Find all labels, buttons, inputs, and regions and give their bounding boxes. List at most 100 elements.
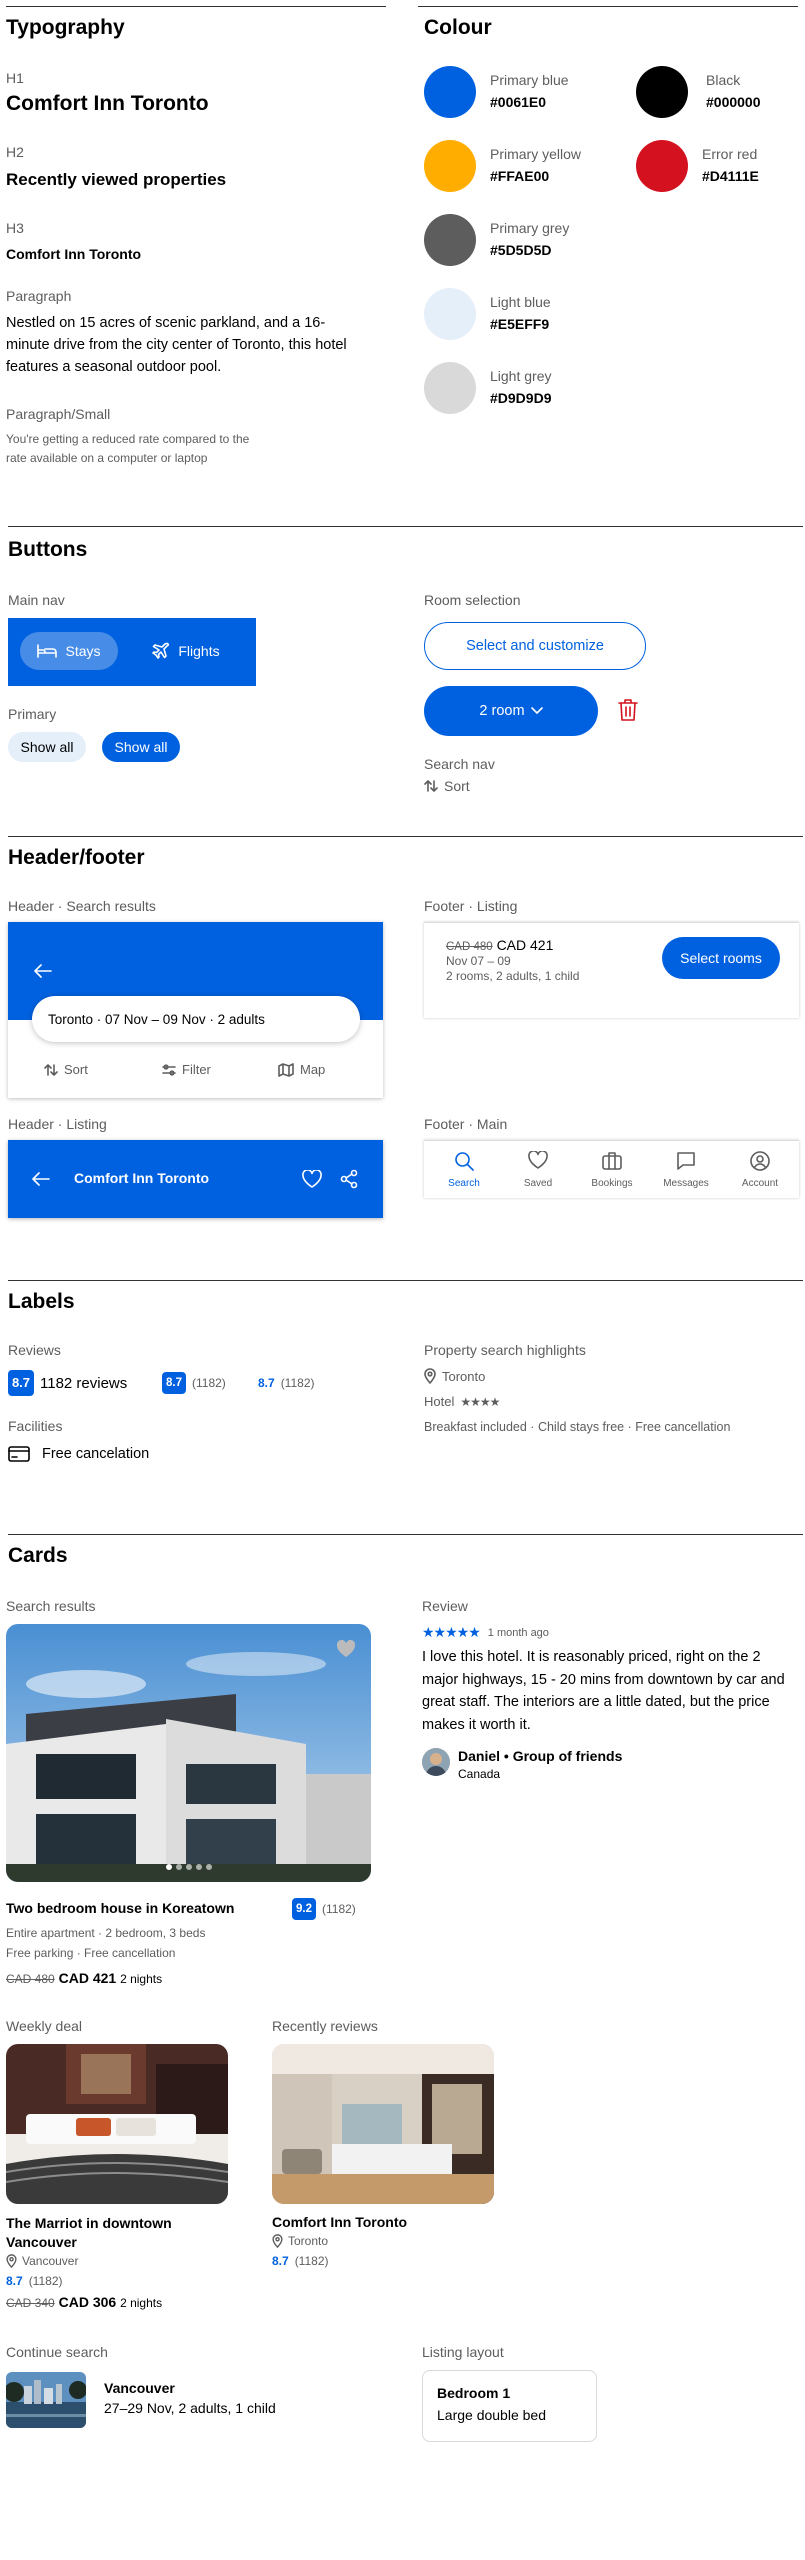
- divider: [8, 836, 803, 837]
- bed-icon: [37, 644, 58, 658]
- h1-sample: Comfort Inn Toronto: [6, 92, 209, 115]
- h3-sample: Comfort Inn Toronto: [6, 246, 142, 262]
- swatch-primary-yellow: [424, 140, 476, 192]
- comfort-rating: 8.7 (1182): [272, 2254, 328, 2268]
- divider: [8, 1534, 803, 1535]
- reviewer-name: Daniel • Group of friends: [458, 1748, 623, 1764]
- nights: 2 nights: [120, 2296, 163, 2310]
- search-icon: [454, 1151, 474, 1171]
- weekly-deal-label: Weekly deal: [6, 2018, 83, 2034]
- marriot-photo[interactable]: [6, 2044, 228, 2204]
- show-all-secondary-button[interactable]: Show all: [8, 732, 86, 762]
- stays-tab-button[interactable]: Stays: [20, 632, 118, 670]
- h2-sample: Recently viewed properties: [6, 170, 227, 189]
- main-nav-label: Main nav: [8, 592, 65, 608]
- continue-search-label: Continue search: [6, 2344, 108, 2360]
- free-cancelation-facility: Free cancelation: [8, 1446, 149, 1462]
- footer-main-label: Footer · Main: [424, 1116, 508, 1132]
- house-title[interactable]: Two bedroom house in Koreatown: [6, 1900, 234, 1916]
- nav-tab-bookings[interactable]: Bookings: [586, 1151, 638, 1189]
- nav-tab-saved[interactable]: Saved: [512, 1151, 564, 1189]
- comfort-inn-title[interactable]: Comfort Inn Toronto: [272, 2214, 407, 2230]
- select-and-customize-button[interactable]: Select and customize: [424, 622, 646, 670]
- h2-label: H2: [6, 144, 24, 160]
- swatch-name: Light blue: [490, 294, 551, 310]
- comfort-inn-photo[interactable]: [272, 2044, 494, 2204]
- room-count-dropdown[interactable]: 2 room: [424, 686, 598, 736]
- nights: 2 nights: [120, 1972, 163, 1986]
- message-icon: [676, 1151, 696, 1171]
- header-listing-label: Header · Listing: [8, 1116, 107, 1132]
- select-rooms-button[interactable]: Select rooms: [662, 937, 780, 979]
- review-card-label: Review: [422, 1598, 468, 1614]
- nav-tab-label: Account: [741, 1178, 779, 1189]
- swatch-light-grey: [424, 362, 476, 414]
- marriot-location: Vancouver: [22, 2254, 79, 2268]
- review-time: 1 month ago: [487, 1626, 549, 1639]
- highlights-label: Property search highlights: [424, 1342, 586, 1358]
- carousel-dots[interactable]: [166, 1864, 212, 1870]
- property-type-row: Hotel ★★★★: [424, 1394, 500, 1409]
- back-arrow-icon[interactable]: [32, 1172, 50, 1186]
- house-extras: Free parking · Free cancellation: [6, 1946, 176, 1960]
- score-badge: 9.2: [292, 1898, 316, 1920]
- h1-label: H1: [6, 70, 24, 86]
- swatch-name: Primary yellow: [490, 146, 582, 162]
- house-photo[interactable]: [6, 1624, 371, 1882]
- back-arrow-icon[interactable]: [34, 964, 52, 978]
- location-pin-icon: [6, 2254, 17, 2268]
- paragraph-label: Paragraph: [6, 288, 72, 304]
- listing-header: Comfort Inn Toronto: [8, 1140, 383, 1218]
- paragraph-small-sample: You're getting a reduced rate compared t…: [6, 432, 250, 465]
- sort-button[interactable]: Sort: [44, 1062, 88, 1077]
- listing-footer: CAD 480 CAD 421 Nov 07 – 09 2 rooms, 2 a…: [424, 922, 799, 1018]
- marriot-title[interactable]: The Marriot in downtown Vancouver: [6, 2214, 228, 2252]
- swatch-name: Light grey: [490, 368, 552, 384]
- reviews-count: (1182): [280, 1376, 315, 1390]
- heart-icon[interactable]: [302, 1170, 322, 1188]
- show-all-primary-button[interactable]: Show all: [102, 732, 180, 762]
- swatch-hex: #D4111E: [702, 168, 759, 184]
- old-price: CAD 480: [6, 1972, 55, 1986]
- score-badge: 8.7: [8, 1370, 34, 1396]
- section-title-header-footer: Header/footer: [8, 846, 145, 869]
- score-badge: 8.7: [162, 1372, 186, 1394]
- recently-reviews-label: Recently reviews: [272, 2018, 378, 2034]
- bedroom-card[interactable]: Bedroom 1 Large double bed: [422, 2370, 597, 2442]
- search-summary-field[interactable]: Toronto · 07 Nov – 09 Nov · 2 adults: [32, 996, 360, 1042]
- section-title-typography: Typography: [6, 16, 125, 39]
- main-footer-nav: Search Saved Bookings Messages Account: [424, 1140, 799, 1198]
- swatch-name: Black: [706, 72, 741, 88]
- share-icon[interactable]: [340, 1169, 358, 1189]
- search-results-header: Toronto · 07 Nov – 09 Nov · 2 adults Sor…: [8, 922, 383, 1098]
- heart-icon[interactable]: [336, 1640, 356, 1658]
- comfort-location-row: Toronto: [272, 2234, 328, 2248]
- vancouver-photo[interactable]: [6, 2372, 86, 2428]
- house-description: Entire apartment · 2 bedroom, 3 beds: [6, 1926, 206, 1940]
- reviews-text: 1182 reviews: [40, 1374, 128, 1392]
- heart-icon: [528, 1151, 548, 1169]
- divider: [8, 526, 803, 527]
- footer-guests: 2 rooms, 2 adults, 1 child: [446, 969, 580, 983]
- trash-icon[interactable]: [618, 698, 638, 722]
- section-title-cards: Cards: [8, 1544, 68, 1567]
- chevron-down-icon: [530, 707, 543, 715]
- swatch-name: Primary blue: [490, 72, 569, 88]
- main-nav-bar: Stays Flights: [8, 618, 256, 686]
- avatar: [422, 1748, 450, 1776]
- reviews-count: (1182): [192, 1376, 226, 1390]
- flights-tab-button[interactable]: Flights: [136, 632, 236, 670]
- filter-button[interactable]: Filter: [162, 1062, 211, 1077]
- continue-city[interactable]: Vancouver: [104, 2380, 175, 2396]
- facilities-label: Facilities: [8, 1418, 63, 1434]
- nav-tab-search[interactable]: Search: [438, 1151, 490, 1189]
- nav-tab-messages[interactable]: Messages: [660, 1151, 712, 1189]
- nav-tab-account[interactable]: Account: [734, 1151, 786, 1189]
- flights-label: Flights: [178, 643, 220, 659]
- account-icon: [750, 1151, 770, 1171]
- nav-tab-label: Bookings: [591, 1178, 633, 1189]
- sort-button[interactable]: Sort: [424, 778, 470, 794]
- header-search-results-label: Header · Search results: [8, 898, 156, 914]
- map-button[interactable]: Map: [278, 1062, 325, 1077]
- swatch-hex: #D9D9D9: [490, 390, 552, 406]
